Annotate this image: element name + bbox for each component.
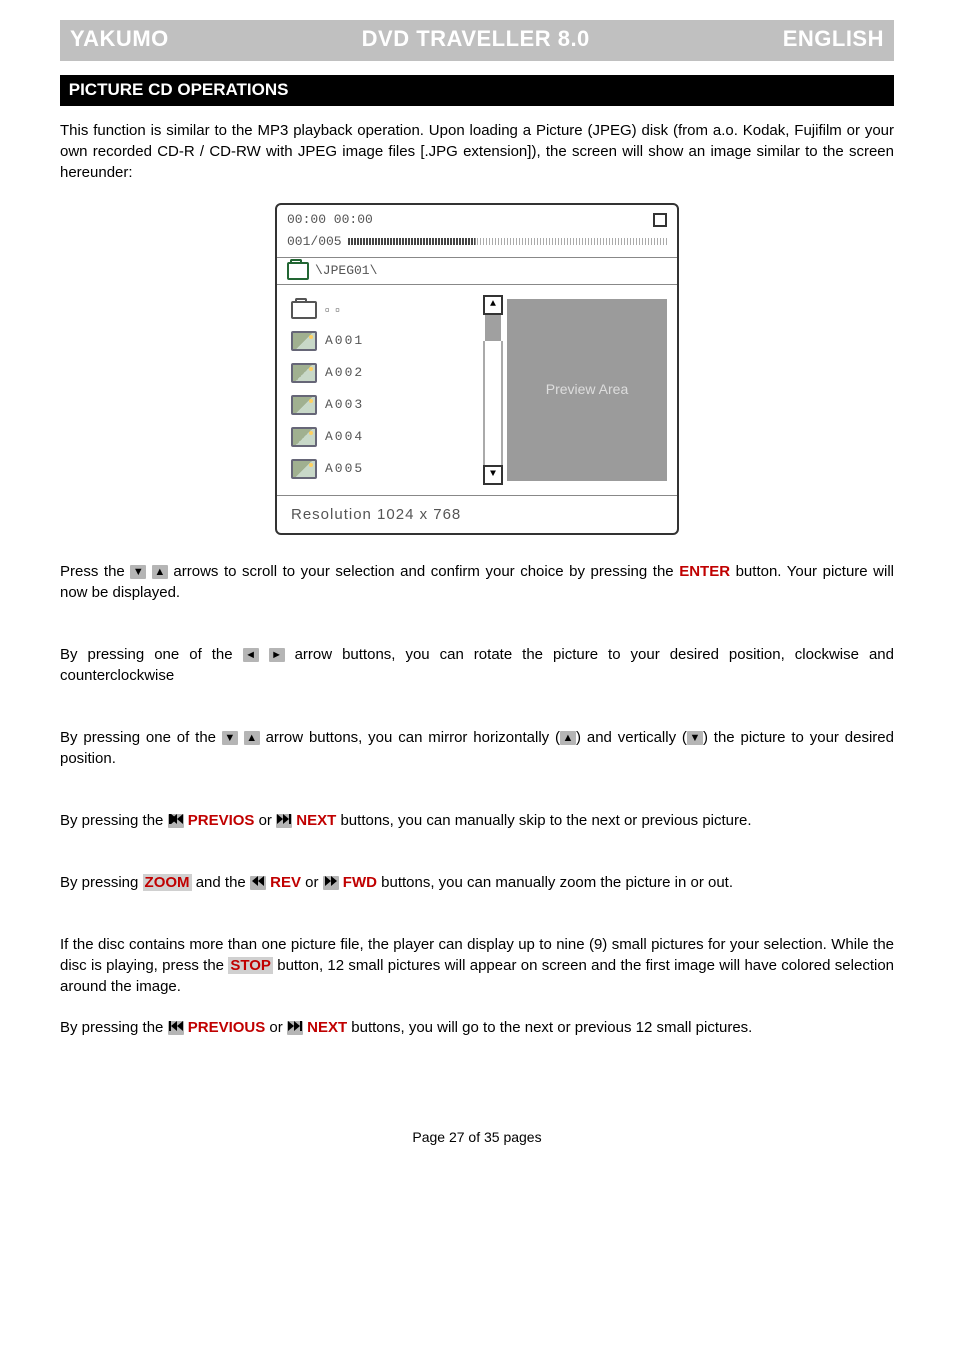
skip-next-icon (287, 1021, 303, 1035)
down-arrow-icon: ▼ (222, 731, 238, 745)
image-icon (291, 427, 317, 447)
paragraph: By pressing the PREVIOS or NEXT buttons,… (60, 810, 894, 831)
time-display: 00:00 00:00 (287, 211, 373, 229)
paragraph: By pressing one of the ◄ ► arrow buttons… (60, 644, 894, 686)
skip-next-icon (276, 814, 292, 828)
up-arrow-icon: ▲ (244, 731, 260, 745)
list-item[interactable]: A005 (291, 453, 479, 485)
image-icon (291, 395, 317, 415)
section-title: PICTURE CD OPERATIONS (60, 75, 894, 106)
scroll-up-icon[interactable]: ▲ (483, 295, 503, 315)
scroll-thumb[interactable] (485, 315, 501, 341)
folder-icon (291, 301, 317, 319)
list-item[interactable]: A001 (291, 325, 479, 357)
scrollbar[interactable]: ▲ ▼ (483, 285, 503, 495)
paragraph: By pressing one of the ▼ ▲ arrow buttons… (60, 727, 894, 769)
image-icon (291, 459, 317, 479)
image-icon (291, 363, 317, 383)
stop-icon (653, 213, 667, 227)
player-ui: 00:00 00:00 001/005 \JPEG01\ ▫ ▫ A001 (275, 203, 679, 536)
folder-icon (287, 262, 309, 280)
skip-prev-icon (168, 1021, 184, 1035)
brand: YAKUMO (70, 24, 169, 55)
paragraph: Press the ▼ ▲ arrows to scroll to your s… (60, 561, 894, 603)
intro-text: This function is similar to the MP3 play… (60, 120, 894, 183)
paragraph: If the disc contains more than one pictu… (60, 934, 894, 997)
stop-label: STOP (228, 957, 273, 974)
down-arrow-icon: ▼ (687, 731, 703, 745)
language: ENGLISH (783, 24, 884, 55)
product-title: DVD TRAVELLER 8.0 (362, 24, 590, 55)
progress-bar (348, 238, 667, 245)
down-arrow-icon: ▼ (130, 565, 146, 579)
right-arrow-icon: ► (269, 648, 285, 662)
page-header: YAKUMO DVD TRAVELLER 8.0 ENGLISH (60, 20, 894, 61)
scroll-down-icon[interactable]: ▼ (483, 465, 503, 485)
updir-item[interactable]: ▫ ▫ (291, 295, 479, 325)
up-arrow-icon: ▲ (560, 731, 576, 745)
left-arrow-icon: ◄ (243, 648, 259, 662)
list-item[interactable]: A003 (291, 389, 479, 421)
forward-icon (323, 876, 339, 890)
page-footer: Page 27 of 35 pages (60, 1128, 894, 1148)
skip-prev-icon (168, 814, 184, 828)
rewind-icon (250, 876, 266, 890)
paragraph: By pressing the PREVIOUS or NEXT buttons… (60, 1017, 894, 1038)
current-path: \JPEG01\ (315, 262, 377, 280)
preview-area: Preview Area (507, 299, 667, 481)
up-arrow-icon: ▲ (152, 565, 168, 579)
list-item[interactable]: A004 (291, 421, 479, 453)
enter-label: ENTER (679, 563, 730, 580)
list-item[interactable]: A002 (291, 357, 479, 389)
resolution-label: Resolution 1024 x 768 (277, 495, 677, 533)
image-icon (291, 331, 317, 351)
track-counter: 001/005 (287, 233, 342, 251)
zoom-label: ZOOM (143, 874, 192, 891)
file-list: ▫ ▫ A001 A002 A003 A004 (277, 285, 483, 495)
paragraph: By pressing ZOOM and the REV or FWD butt… (60, 872, 894, 893)
scroll-track (483, 341, 503, 465)
